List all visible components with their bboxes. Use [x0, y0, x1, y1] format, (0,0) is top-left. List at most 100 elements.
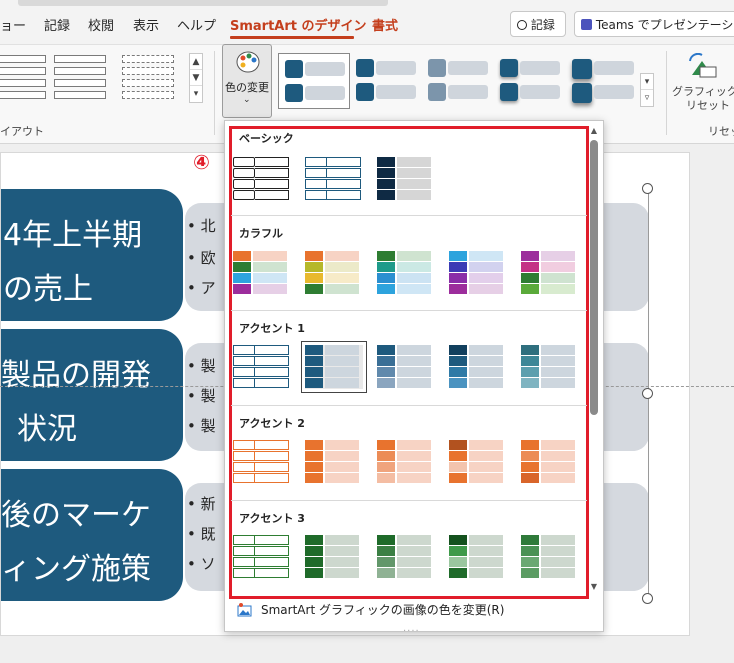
panel-scrollbar[interactable]: ▲ ▼ [589, 126, 599, 594]
tab-help[interactable]: ヘルプ [177, 15, 216, 34]
tab-record[interactable]: 記録 [44, 15, 70, 34]
color-accent1-3[interactable] [377, 345, 435, 389]
color-accent2-5[interactable] [521, 440, 579, 484]
smartart-style-3[interactable] [428, 59, 494, 111]
bullet-2-2: • 製 [187, 387, 216, 405]
bullet-3-2: • 既 [187, 525, 216, 543]
scroll-down-icon[interactable]: ▼ [190, 70, 202, 86]
shape-1-line-2: の売上 [3, 272, 93, 307]
color-accent1-2-selected[interactable] [301, 341, 367, 393]
resize-grip-icon[interactable]: .... [403, 623, 420, 634]
section-colorful-title: カラフル [239, 227, 283, 240]
layout-option-3[interactable] [122, 55, 178, 103]
section-accent2-title: アクセント 2 [239, 417, 305, 430]
chevron-down-icon: ⌄ [243, 95, 251, 105]
resize-handle-bottom-right[interactable] [642, 593, 653, 604]
smartart-style-1[interactable] [278, 53, 350, 109]
smartart-style-4[interactable] [500, 59, 566, 111]
layout-option-1[interactable] [0, 55, 50, 103]
powerpoint-window: { "tabs": { "items": ["ョー", "記録", "校閲", … [0, 0, 734, 663]
tab-format[interactable]: 書式 [372, 15, 398, 34]
smartart-shape-3[interactable]: 後のマーケ ィング施策 [1, 469, 183, 601]
gallery-more-icon[interactable]: ▿ [641, 90, 653, 106]
recolor-picture-icon [237, 602, 253, 617]
gallery-more-icon[interactable]: ▾ [190, 86, 202, 102]
scroll-up-icon[interactable]: ▲ [589, 126, 599, 135]
section-basic-title: ベーシック [239, 132, 294, 145]
color-colorful-5[interactable] [521, 251, 579, 295]
smartart-style-2[interactable] [356, 59, 422, 111]
color-accent3-5[interactable] [521, 535, 579, 579]
color-accent3-1[interactable] [233, 535, 291, 579]
section-divider [231, 215, 587, 216]
smartart-style-5[interactable] [572, 59, 638, 111]
color-colorful-4[interactable] [449, 251, 507, 295]
quick-access-strip [18, 0, 388, 6]
color-accent3-2[interactable] [305, 535, 363, 579]
scrollbar-thumb[interactable] [590, 140, 598, 415]
scroll-up-icon[interactable]: ▲ [190, 54, 202, 70]
group-separator [214, 51, 215, 135]
style-gallery-scroller[interactable]: ▾ ▿ [640, 73, 654, 107]
section-divider [231, 500, 587, 501]
tab-slideshow[interactable]: ョー [0, 15, 26, 34]
scroll-down-icon[interactable]: ▾ [641, 74, 653, 90]
color-basic-3[interactable] [377, 157, 435, 201]
bullet-1-1: • 北 [187, 217, 216, 235]
bullet-1-2: • 欧 [187, 249, 216, 267]
shape-3-line-2: ィング施策 [1, 552, 151, 587]
smartart-shape-1[interactable]: 4年上半期 の売上 [1, 189, 183, 321]
color-accent1-4[interactable] [449, 345, 507, 389]
color-colorful-1[interactable] [233, 251, 291, 295]
bullet-3-3: • ソ [187, 555, 216, 573]
color-colorful-2[interactable] [305, 251, 363, 295]
active-tab-underline [230, 36, 354, 39]
teams-button-label: Teams でプレゼンテーショ [595, 18, 734, 32]
palette-icon [236, 51, 260, 73]
scroll-down-icon[interactable]: ▼ [589, 582, 599, 591]
reset-graphic-icon[interactable] [688, 52, 718, 79]
shape-2-line-2: 状況 [17, 412, 77, 447]
bullet-2-3: • 製 [187, 417, 216, 435]
layout-gallery-scroller[interactable]: ▲ ▼ ▾ [189, 53, 203, 103]
shape-1-line-1: 4年上半期 [3, 218, 143, 253]
change-colors-label: 色の変更 [225, 81, 269, 94]
group-separator [666, 51, 667, 135]
color-accent1-1[interactable] [233, 345, 291, 389]
step-number-annotation: ④ [193, 150, 210, 174]
section-accent3-title: アクセント 3 [239, 512, 305, 525]
change-colors-button[interactable]: 色の変更 ⌄ [222, 44, 272, 118]
section-divider [231, 310, 587, 311]
ribbon-tab-bar: ョー 記録 校閲 表示 ヘルプ SmartArt のデザイン 書式 記録 Tea… [0, 0, 734, 44]
color-colorful-3[interactable] [377, 251, 435, 295]
record-button[interactable]: 記録 [510, 11, 566, 37]
bullet-3-1: • 新 [187, 495, 216, 513]
color-basic-2[interactable] [305, 157, 363, 201]
color-accent2-1[interactable] [233, 440, 291, 484]
reset-group-label: リセッ [708, 125, 734, 138]
tab-view[interactable]: 表示 [133, 15, 159, 34]
reset-graphic-label-2[interactable]: リセット [686, 97, 730, 113]
change-colors-dropdown: ベーシック カラフル アクセント 1 アクセント 2 アクセント 3 ▲ ▼ S… [224, 120, 604, 634]
section-accent1-title: アクセント 1 [239, 322, 305, 335]
color-accent2-3[interactable] [377, 440, 435, 484]
layout-group-label: イアウト [0, 125, 44, 138]
color-accent1-5[interactable] [521, 345, 579, 389]
section-divider [231, 405, 587, 406]
color-accent3-4[interactable] [449, 535, 507, 579]
tab-review[interactable]: 校閲 [88, 15, 114, 34]
resize-handle-right[interactable] [642, 388, 653, 399]
layout-option-2[interactable] [54, 55, 110, 103]
smartart-shape-2[interactable]: 製品の開発 状況 [1, 329, 183, 461]
teams-present-button[interactable]: Teams でプレゼンテーショ [574, 11, 734, 37]
color-basic-1[interactable] [233, 157, 291, 201]
color-accent2-2[interactable] [305, 440, 363, 484]
resize-handle-top-right[interactable] [642, 183, 653, 194]
teams-icon [581, 19, 592, 30]
color-accent3-3[interactable] [377, 535, 435, 579]
record-icon [517, 20, 527, 30]
recolor-pictures-menu-item[interactable]: SmartArt グラフィックの画像の色を変更(R) [261, 601, 504, 618]
tab-smartart-design[interactable]: SmartArt のデザイン [230, 15, 367, 34]
record-button-label: 記録 [530, 18, 555, 32]
color-accent2-4[interactable] [449, 440, 507, 484]
